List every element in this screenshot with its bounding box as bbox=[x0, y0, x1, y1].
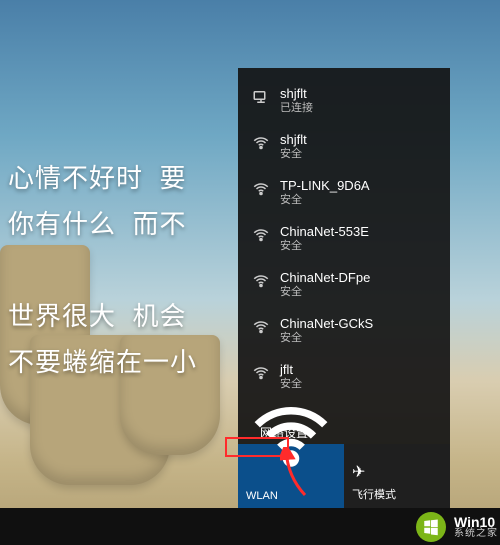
wifi-icon bbox=[252, 134, 270, 152]
network-item-status: 安全 bbox=[280, 332, 373, 346]
network-list: shjflt已连接shjflt安全TP-LINK_9D6A安全ChinaNet-… bbox=[238, 68, 450, 416]
airplane-tile-label: 飞行模式 bbox=[352, 486, 442, 502]
network-item-status: 安全 bbox=[280, 286, 370, 300]
network-item-name: shjflt bbox=[280, 132, 307, 148]
network-item-name: jflt bbox=[280, 362, 302, 378]
network-item[interactable]: ChinaNet-GCkS安全 bbox=[238, 308, 450, 354]
network-item-status: 安全 bbox=[280, 194, 370, 208]
network-item[interactable]: shjflt安全 bbox=[238, 124, 450, 170]
wlan-tile-label: WLAN bbox=[246, 490, 336, 502]
wifi-icon bbox=[252, 364, 270, 382]
watermark-line2: 系统之家 bbox=[454, 529, 498, 539]
watermark-line1: Win10 bbox=[454, 515, 498, 529]
windows-logo-icon bbox=[416, 512, 446, 542]
network-item-name: ChinaNet-GCkS bbox=[280, 316, 373, 332]
network-item-name: shjflt bbox=[280, 86, 313, 102]
network-item-name: ChinaNet-553E bbox=[280, 224, 369, 240]
wifi-icon bbox=[252, 318, 270, 336]
watermark: Win10 系统之家 bbox=[410, 508, 500, 545]
network-item[interactable]: ChinaNet-DFpe安全 bbox=[238, 262, 450, 308]
wifi-icon bbox=[252, 180, 270, 198]
network-item-name: TP-LINK_9D6A bbox=[280, 178, 370, 194]
network-item-status: 已连接 bbox=[280, 102, 313, 116]
network-item-status: 安全 bbox=[280, 378, 302, 392]
network-item-name: ChinaNet-DFpe bbox=[280, 270, 370, 286]
wifi-icon bbox=[252, 226, 270, 244]
network-item-status: 安全 bbox=[280, 148, 307, 162]
network-item[interactable]: ChinaNet-553E安全 bbox=[238, 216, 450, 262]
network-item-status: 安全 bbox=[280, 240, 369, 254]
airplane-icon: ✈ bbox=[352, 462, 442, 482]
airplane-tile[interactable]: ✈ 飞行模式 bbox=[344, 444, 450, 508]
wallpaper-decor bbox=[120, 335, 220, 455]
ethernet-icon bbox=[252, 88, 270, 106]
network-item[interactable]: TP-LINK_9D6A安全 bbox=[238, 170, 450, 216]
network-item[interactable]: shjflt已连接 bbox=[238, 78, 450, 124]
annotation-box-settings bbox=[225, 437, 289, 457]
wifi-icon bbox=[252, 272, 270, 290]
screen: 心情不好时 要 你有什么 而不 世界很大 机会 不要蜷缩在一小 shjflt已连… bbox=[0, 0, 500, 545]
